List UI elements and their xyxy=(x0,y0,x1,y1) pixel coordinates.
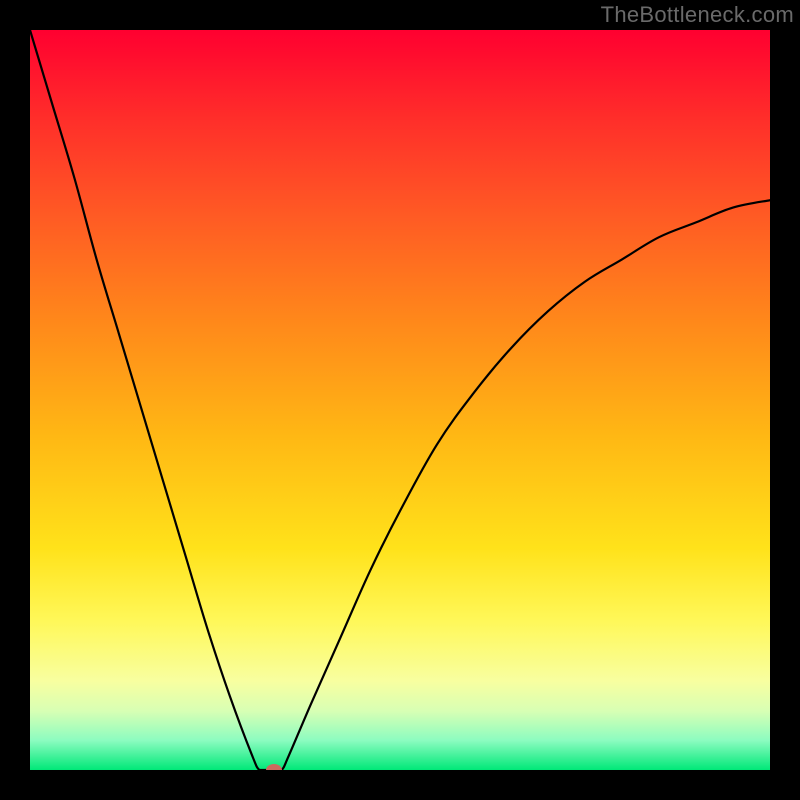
attribution-text: TheBottleneck.com xyxy=(601,2,794,28)
minimum-point-marker xyxy=(266,764,282,770)
chart-frame: TheBottleneck.com xyxy=(0,0,800,800)
bottleneck-curve xyxy=(30,30,770,770)
plot-area xyxy=(30,30,770,770)
